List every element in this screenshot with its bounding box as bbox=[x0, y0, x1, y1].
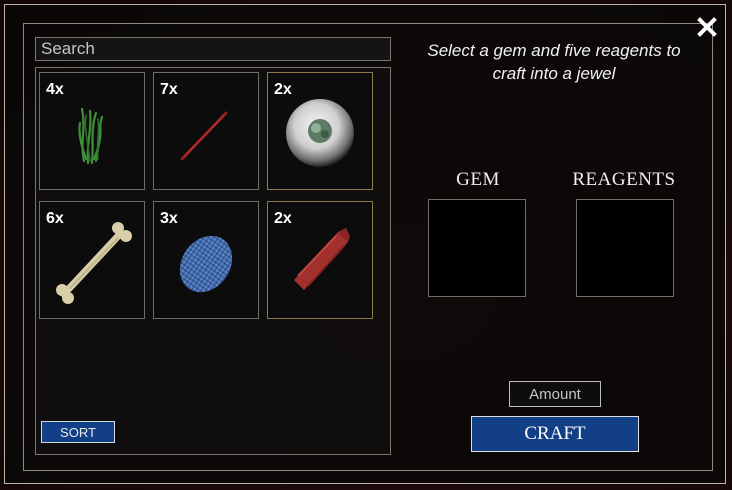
item-count: 6x bbox=[46, 210, 64, 227]
item-count: 7x bbox=[160, 81, 178, 98]
close-icon bbox=[697, 17, 717, 37]
inventory-slot-blue-scale[interactable]: 3x bbox=[153, 201, 259, 319]
item-count: 2x bbox=[274, 81, 292, 98]
crafting-instructions: Select a gem and five reagents to craft … bbox=[427, 41, 681, 83]
inventory-slot-bone[interactable]: 6x bbox=[39, 201, 145, 319]
inventory-slot-red-needle[interactable]: 7x bbox=[153, 72, 259, 190]
item-count: 4x bbox=[46, 81, 64, 98]
inventory-slot-red-cloth[interactable]: 2x bbox=[267, 201, 373, 319]
gem-label: GEM bbox=[456, 169, 500, 190]
crafting-window: 4x 7x 2x bbox=[4, 4, 726, 484]
search-input[interactable] bbox=[35, 37, 391, 61]
reagents-slot[interactable] bbox=[576, 199, 674, 297]
close-button[interactable] bbox=[695, 15, 719, 39]
amount-input[interactable] bbox=[509, 381, 601, 407]
item-count: 3x bbox=[160, 210, 178, 227]
gem-slot[interactable] bbox=[428, 199, 526, 297]
inventory-slot-orb[interactable]: 2x bbox=[267, 72, 373, 190]
inventory-slot-grass[interactable]: 4x bbox=[39, 72, 145, 190]
reagents-label: REAGENTS bbox=[572, 169, 676, 190]
craft-button[interactable]: CRAFT bbox=[471, 416, 639, 452]
sort-button[interactable]: SORT bbox=[41, 421, 115, 443]
item-count: 2x bbox=[274, 210, 292, 227]
